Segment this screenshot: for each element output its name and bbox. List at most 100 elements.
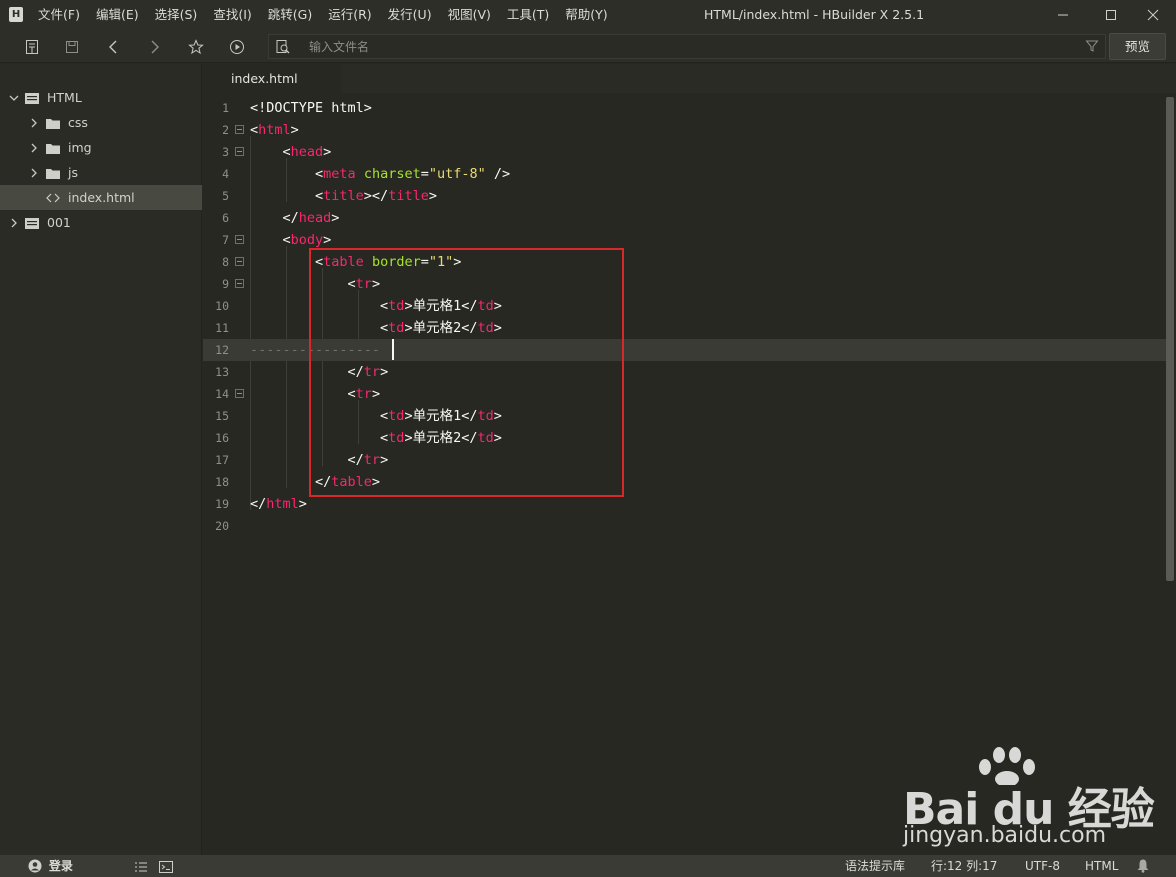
fold-toggle-icon[interactable] (235, 235, 244, 244)
forward-button[interactable] (144, 37, 164, 57)
code-text: <meta charset="utf-8" /> (250, 166, 511, 182)
encoding-indicator[interactable]: UTF-8 (1025, 855, 1060, 877)
baidu-jingyan-watermark: Bai du 经验 jingyan.baidu.com (895, 745, 1155, 855)
line-number: 3 (222, 145, 229, 159)
tree-label: css (68, 115, 88, 130)
tree-folder-css[interactable]: css (0, 110, 202, 135)
chevron-right-icon[interactable] (29, 118, 39, 128)
menu-run[interactable]: 运行(R) (320, 0, 379, 30)
project-folder-icon (24, 216, 40, 230)
tree-label: js (68, 165, 78, 180)
line-number: 20 (215, 519, 229, 533)
line-number: 11 (215, 321, 229, 335)
close-icon (1147, 9, 1159, 21)
menu-find[interactable]: 查找(I) (205, 0, 259, 30)
chevron-right-icon[interactable] (29, 143, 39, 153)
menu-file[interactable]: 文件(F) (30, 0, 88, 30)
menu-edit[interactable]: 编辑(E) (88, 0, 147, 30)
vertical-scrollbar[interactable] (1166, 97, 1174, 581)
menu-bar: 文件(F) 编辑(E) 选择(S) 查找(I) 跳转(G) 运行(R) 发行(U… (30, 0, 616, 30)
fold-toggle-icon[interactable] (235, 389, 244, 398)
fold-toggle-icon[interactable] (235, 279, 244, 288)
code-text: <!DOCTYPE html> (250, 100, 372, 116)
terminal-button[interactable] (159, 859, 173, 877)
login-button[interactable]: 登录 (28, 855, 73, 877)
menu-tools[interactable]: 工具(T) (499, 0, 557, 30)
language-mode[interactable]: HTML (1085, 855, 1118, 877)
line-number: 18 (215, 475, 229, 489)
tree-file-index-html[interactable]: index.html (0, 185, 202, 210)
fold-toggle-icon[interactable] (235, 257, 244, 266)
line-number: 1 (222, 101, 229, 115)
close-button[interactable] (1130, 0, 1176, 30)
filter-icon[interactable] (1085, 39, 1099, 56)
line-number: 2 (222, 123, 229, 137)
minimize-button[interactable] (1040, 0, 1086, 30)
line-number: 10 (215, 299, 229, 313)
title-bar: H 文件(F) 编辑(E) 选择(S) 查找(I) 跳转(G) 运行(R) 发行… (0, 0, 1176, 30)
login-label: 登录 (48, 859, 73, 873)
run-button[interactable] (227, 37, 247, 57)
chevron-right-icon[interactable] (29, 168, 39, 178)
line-number: 16 (215, 431, 229, 445)
notification-button[interactable] (1136, 858, 1150, 877)
annotation-highlight-box (309, 248, 624, 497)
menu-help[interactable]: 帮助(Y) (557, 0, 615, 30)
folder-icon (45, 166, 61, 180)
preview-button[interactable]: 预览 (1109, 33, 1166, 60)
chevron-right-icon[interactable] (9, 218, 19, 228)
folder-icon (45, 141, 61, 155)
favorite-button[interactable] (186, 37, 206, 57)
project-explorer: HTML css img js index.html 001 (0, 64, 202, 855)
chevron-down-icon[interactable] (9, 93, 19, 103)
line-number: 5 (222, 189, 229, 203)
cursor-position[interactable]: 行:12 列:17 (931, 855, 997, 877)
play-circle-icon (230, 40, 244, 54)
new-file-button[interactable] (22, 37, 42, 57)
tree-label: index.html (68, 190, 135, 205)
tree-folder-html[interactable]: HTML (0, 85, 202, 110)
fold-toggle-icon[interactable] (235, 125, 244, 134)
code-line: 3 <head> (203, 141, 1166, 163)
code-line: 5 <title></title> (203, 185, 1166, 207)
line-number: 14 (215, 387, 229, 401)
status-bar: 登录 语法提示库 行:12 列:17 UTF-8 HTML (0, 855, 1176, 877)
watermark-url: jingyan.baidu.com (903, 823, 1107, 848)
save-icon (66, 41, 78, 53)
chevron-left-icon (109, 40, 117, 54)
line-number: 7 (222, 233, 229, 247)
project-folder-icon (24, 91, 40, 105)
menu-select[interactable]: 选择(S) (147, 0, 206, 30)
star-icon (188, 39, 204, 55)
code-line: 4 <meta charset="utf-8" /> (203, 163, 1166, 185)
line-number: 17 (215, 453, 229, 467)
back-button[interactable] (104, 37, 124, 57)
line-number: 13 (215, 365, 229, 379)
tree-label: img (68, 140, 92, 155)
code-text: </html> (250, 496, 307, 512)
tree-folder-js[interactable]: js (0, 160, 202, 185)
menu-goto[interactable]: 跳转(G) (260, 0, 320, 30)
window-title: HTML/index.html - HBuilder X 2.5.1 (704, 7, 925, 22)
toolbar: 预览 (0, 30, 1176, 63)
code-editor[interactable]: 1 <!DOCTYPE html> 2 <html> 3 <head> 4 <m… (203, 93, 1176, 855)
tree-folder-img[interactable]: img (0, 135, 202, 160)
fold-toggle-icon[interactable] (235, 147, 244, 156)
save-button[interactable] (62, 37, 82, 57)
line-number: 8 (222, 255, 229, 269)
code-line: 20 (203, 515, 1166, 537)
syntax-hint-library[interactable]: 语法提示库 (845, 855, 905, 877)
tab-index-html[interactable]: index.html (203, 64, 341, 93)
user-icon (28, 859, 42, 873)
tree-label: HTML (47, 90, 82, 105)
terminal-icon (159, 861, 173, 873)
menu-publish[interactable]: 发行(U) (380, 0, 440, 30)
menu-view[interactable]: 视图(V) (440, 0, 499, 30)
maximize-button[interactable] (1088, 0, 1134, 30)
outline-button[interactable] (134, 859, 148, 877)
file-search-input[interactable] (309, 35, 1069, 58)
line-number: 15 (215, 409, 229, 423)
code-line: 6 </head> (203, 207, 1166, 229)
line-number: 12 (215, 343, 229, 357)
tree-folder-001[interactable]: 001 (0, 210, 202, 235)
